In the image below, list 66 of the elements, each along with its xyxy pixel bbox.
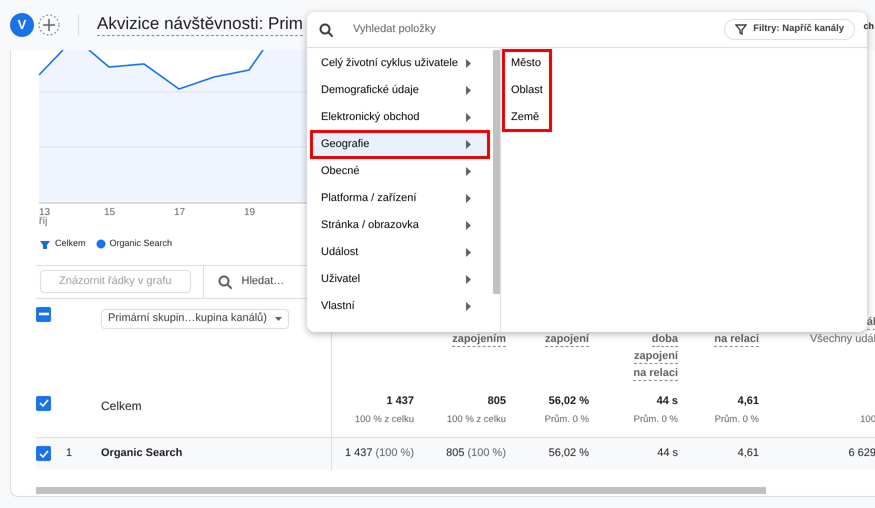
chevron-icon (466, 140, 471, 149)
search-icon (218, 274, 232, 288)
axis-label: 13 (39, 206, 50, 218)
chevron-icon (466, 113, 471, 122)
checkbox[interactable] (36, 446, 51, 461)
axis-label: 15 (104, 206, 116, 220)
header-text: ch (863, 20, 874, 33)
row-label: Organic Search (101, 438, 331, 470)
report-title: Akvizice návštěvnosti: Prim (97, 14, 303, 36)
chevron-icon (466, 221, 471, 230)
filter-icon (735, 24, 748, 35)
table-cell-text: 1 437 (385, 394, 414, 408)
chevron-icon (466, 248, 471, 257)
chevron-icon (466, 302, 471, 311)
table-cell-text: 44 s (656, 394, 678, 408)
row-index: 1 (66, 438, 101, 470)
cell-note: 100 % z celku (446, 413, 506, 427)
axis-label: 17 (174, 206, 186, 220)
checkbox[interactable] (36, 306, 51, 322)
chevron-icon (466, 86, 471, 95)
submenu-item[interactable]: Oblast (511, 77, 543, 104)
axis-label: říj (39, 216, 48, 229)
chevron-icon (466, 59, 471, 68)
menu-item[interactable]: Elektronický obchod (311, 104, 489, 131)
cell-note: Prům. 0 % (714, 413, 759, 427)
table-cell: 56,02 % (515, 438, 598, 470)
row-label: Celkem (101, 398, 143, 414)
scrollbar[interactable] (493, 50, 500, 294)
column-header[interactable]: na relaci (633, 366, 678, 382)
menu-item[interactable]: Platforma / zařízení (311, 185, 489, 212)
table-cell: 44 s (598, 438, 687, 470)
scrollbar[interactable] (36, 487, 766, 494)
table-cell-text: 805 (486, 394, 506, 408)
table-cell-text: 4,61 (736, 394, 759, 408)
add-comparison-icon[interactable] (38, 14, 60, 36)
menu-item[interactable]: Obecné (311, 158, 489, 185)
cell-note: 100 % z celku (354, 413, 414, 427)
filter-chip[interactable]: Filtry: Napříč kanály (724, 19, 855, 40)
submenu-item[interactable]: Země (511, 104, 543, 131)
cell-note: Prům. 0 % (544, 413, 589, 427)
chevron-icon (466, 194, 471, 203)
menu-item[interactable]: Uživatel (311, 266, 489, 293)
column-header[interactable]: zapojení (634, 348, 678, 364)
table-cell: 805 (100 %) (423, 438, 515, 470)
search-icon (319, 22, 333, 36)
chevron-icon (466, 167, 471, 176)
legend-label: Organic Search (110, 237, 172, 250)
menu-item[interactable]: Stránka / obrazovka (311, 212, 489, 239)
avatar[interactable]: V (10, 13, 34, 37)
menu-item[interactable]: Demografické údaje (311, 77, 489, 104)
caret-icon (274, 316, 282, 320)
table-cell: 4,61 (687, 438, 768, 470)
menu-item[interactable]: Událost (311, 239, 489, 266)
menu-item[interactable]: Vlastní (311, 293, 489, 320)
chevron-icon (466, 275, 471, 284)
menu-item[interactable]: Celý životní cyklus uživatele (311, 50, 489, 77)
submenu-item[interactable]: Město (511, 50, 543, 77)
table-cell-text: 56,02 % (548, 394, 589, 408)
axis-label: 19 (244, 206, 256, 220)
dimension-dropdown[interactable]: Primární skupin…kupina kanálů) (101, 308, 289, 328)
table-cell: 1 437 (100 %) (331, 438, 423, 470)
cell-note: Prům. 0 % (632, 413, 678, 427)
column-header[interactable]: Všechny udál (810, 332, 875, 346)
legend-label: Celkem (55, 237, 86, 250)
menu-item[interactable]: Geografie (311, 131, 489, 158)
checkbox[interactable] (36, 396, 51, 410)
